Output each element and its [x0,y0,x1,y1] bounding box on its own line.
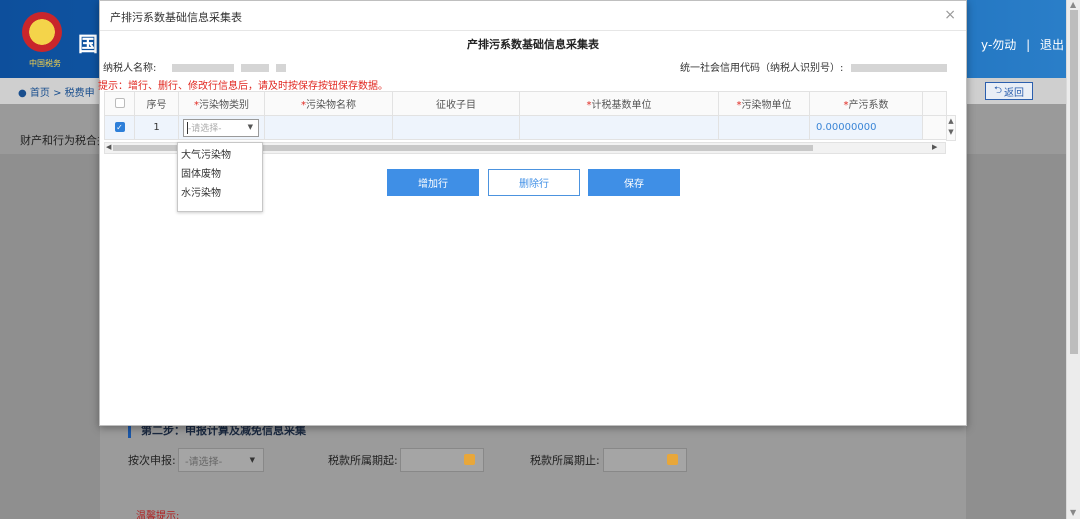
column-header: 征收子目 [392,91,520,116]
grid-vertical-scroll[interactable]: ▲ ▼ [946,115,956,141]
scroll-down-icon[interactable]: ▼ [947,127,955,138]
data-grid: 序号 *污染物类别 *污染物名称 征收子目 *计税基数单位 *污染物单位 *产污… [104,91,947,140]
table-header-row: 序号 *污染物类别 *污染物名称 征收子目 *计税基数单位 *污染物单位 *产污… [104,91,947,116]
redacted-value [275,64,286,72]
checkbox-checked[interactable]: ✓ [114,122,125,132]
credit-code-label: 统一社会信用代码（纳税人识别号）: [680,63,844,74]
location-pin-icon: ● [18,88,27,99]
site-title: 国 [78,32,98,56]
breadcrumb-home[interactable]: 首页 [30,88,50,99]
declare-select-value: -请选择- [185,456,223,468]
user-area: y-勿动 | 退出 [981,36,1064,53]
dropdown-option[interactable]: 水污染物 [178,184,262,203]
column-header [922,91,947,116]
breadcrumb-sep-icon: > [53,88,65,99]
coefficient-cell[interactable]: 0.00000000 [809,115,923,140]
tax-base-unit-cell[interactable] [519,115,719,140]
column-header: *产污系数 [809,91,923,116]
modal-title: 产排污系数基础信息采集表 [110,11,242,24]
logout-link[interactable]: 退出 [1040,38,1064,52]
separator: | [1026,38,1031,52]
redacted-value [850,64,947,72]
return-arrow-icon: ⮌ [993,84,1002,96]
row-seq: 1 [134,115,179,140]
scroll-up-icon[interactable]: ▲ [1070,0,1076,9]
calendar-icon[interactable] [464,454,475,465]
tax-category-label: 财产和行为税合并 [20,134,108,147]
user-name[interactable]: y-勿动 [981,38,1016,52]
breadcrumb-current[interactable]: 税费申 [65,88,95,99]
taxpayer-name-label: 纳税人名称: [103,63,157,74]
form-heading: 产排污系数基础信息采集表 [467,38,599,51]
pollutant-name-cell[interactable] [264,115,393,140]
scroll-left-icon[interactable]: ◀ [106,143,111,151]
declare-select[interactable]: -请选择- ▼ [178,448,264,472]
dropdown-option[interactable]: 大气污染物 [178,146,262,165]
redacted-value [171,64,234,72]
warm-tip: 温馨提示: [136,511,180,519]
period-end-input[interactable] [603,448,687,472]
chevron-down-icon: ▼ [247,122,253,131]
page-scrollbar[interactable]: ▲ ▼ [1066,0,1080,519]
modal-titlebar: 产排污系数基础信息采集表 × [100,1,966,31]
category-select[interactable]: -请选择- ▼ [183,118,259,137]
period-end-label: 税款所属期止: [530,454,600,467]
add-row-button[interactable]: 增加行 [387,169,479,196]
tax-emblem-icon [22,12,62,52]
calendar-icon[interactable] [667,454,678,465]
category-dropdown: 大气污染物 固体废物 水污染物 [177,142,263,212]
dropdown-option[interactable]: 固体废物 [178,165,262,184]
save-button[interactable]: 保存 [588,169,680,196]
back-button-label: 返回 [1004,87,1024,99]
text-cursor [187,121,188,134]
redacted-value [240,64,269,72]
column-header: *污染物名称 [264,91,393,116]
column-header: *污染物单位 [718,91,810,116]
collection-modal: 产排污系数基础信息采集表 × 产排污系数基础信息采集表 纳税人名称: 统一社会信… [98,0,967,426]
hint-text: 提示：增行、删行、修改行信息后，请及时按保存按钮保存数据。 [98,81,388,92]
scroll-down-icon[interactable]: ▼ [1070,508,1076,517]
pollutant-unit-cell[interactable] [718,115,810,140]
header-select-all[interactable] [104,91,135,116]
column-header: *污染物类别 [178,91,265,116]
column-header: *计税基数单位 [519,91,719,116]
close-icon[interactable]: × [944,7,956,23]
scroll-up-icon[interactable]: ▲ [947,116,955,127]
logo-text: 中国税务 [29,59,61,68]
delete-row-button[interactable]: 删除行 [488,169,580,196]
back-button[interactable]: ⮌ 返回 [985,82,1033,100]
breadcrumb: ● 首页 > 税费申 [18,84,95,99]
row-select[interactable]: ✓ [104,115,135,140]
row-spacer [922,115,947,140]
category-placeholder: -请选择- [188,124,222,134]
scrollbar-thumb[interactable] [1070,10,1078,354]
period-start-input[interactable] [400,448,484,472]
table-row: ✓ 1 -请选择- ▼ 0.00000000 [104,115,947,140]
taxpayer-name: 纳税人名称: [103,59,286,74]
checkbox[interactable] [114,98,125,108]
period-start-label: 税款所属期起: [328,454,398,467]
column-header: 序号 [134,91,179,116]
levy-item-cell[interactable] [392,115,520,140]
scroll-right-icon[interactable]: ▶ [932,143,937,151]
declare-label: 按次申报: [128,454,176,467]
chevron-down-icon: ▼ [249,456,255,464]
credit-code: 统一社会信用代码（纳税人识别号）: [680,59,947,74]
category-cell[interactable]: -请选择- ▼ [178,115,265,140]
